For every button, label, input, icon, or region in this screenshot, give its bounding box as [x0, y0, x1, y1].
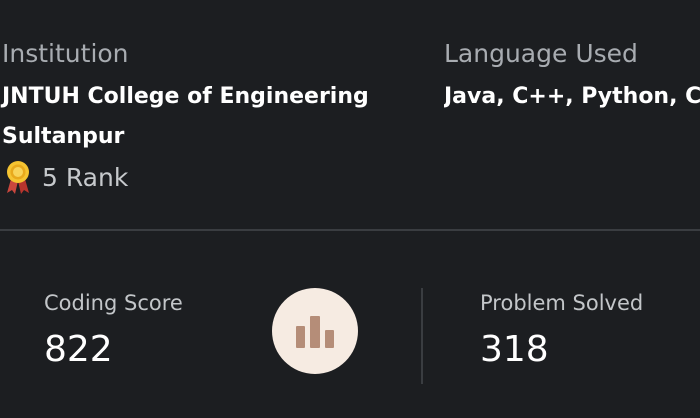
language-value: Java, C++, Python, C [444, 84, 700, 109]
institution-name-line2: Sultanpur [2, 124, 125, 149]
medal-icon [7, 161, 29, 194]
profile-info-section: Institution JNTUH College of Engineering… [0, 0, 700, 229]
profile-stats-card: Institution JNTUH College of Engineering… [0, 0, 700, 418]
coding-score-label: Coding Score [44, 291, 183, 315]
coding-score-block: Coding Score 822 [44, 288, 183, 372]
institution-name: JNTUH College of Engineering Sultanpur [2, 77, 402, 157]
problems-solved-label: Problem Solved [480, 291, 644, 315]
rank-text: 5 Rank [42, 162, 129, 192]
language-label: Language Used [444, 39, 638, 68]
problems-solved-block: Problem Solved 318 [480, 288, 643, 372]
vertical-divider [421, 288, 423, 384]
coding-score-value: 822 [44, 329, 113, 370]
institution-name-line1: JNTUH College of Engineering [2, 84, 369, 109]
rank-row: 5 Rank [2, 159, 402, 195]
institution-label: Institution [2, 39, 129, 68]
problems-solved-value: 318 [480, 329, 549, 370]
bar-chart-icon [296, 316, 334, 348]
language-block: Language Used Java, C++, Python, C [444, 38, 700, 117]
institution-block: Institution JNTUH College of Engineering… [2, 38, 402, 195]
score-chart-badge [272, 288, 358, 374]
horizontal-divider [0, 229, 700, 231]
